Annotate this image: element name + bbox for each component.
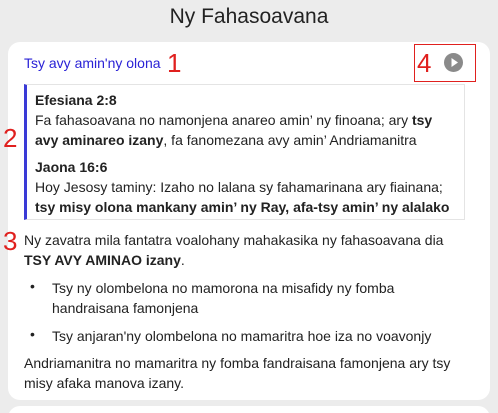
verse-reference: Jaona 16:6 <box>35 159 108 175</box>
verse-reference: Efesiana 2:8 <box>35 92 117 108</box>
closing-paragraph: Andriamanitra no mamaritra ny fomba fand… <box>24 355 451 391</box>
next-card <box>8 406 490 413</box>
marker-2: 2 <box>3 123 18 153</box>
section-link[interactable]: Tsy avy amin'ny olona <box>24 55 161 71</box>
intro-paragraph: Ny zavatra mila fantatra voalohany mahak… <box>24 232 444 268</box>
play-icon <box>451 58 458 67</box>
bullet-marker: • <box>30 326 35 342</box>
verse-text: Hoy Jesosy taminy: Izaho no lalana sy fa… <box>35 179 450 215</box>
marker-1: 1 <box>167 48 182 78</box>
page-title: Ny Fahasoavana <box>169 5 329 28</box>
list-item: Tsy anjaran'ny olombelona no mamaritra h… <box>52 328 432 344</box>
verse-quote-block: Efesiana 2:8 Fa fahasoavana no namonjena… <box>24 84 465 220</box>
marker-3: 3 <box>3 226 18 256</box>
play-button[interactable] <box>444 53 463 72</box>
bullet-marker: • <box>30 278 35 294</box>
marker-4: 4 <box>417 48 432 78</box>
list-item: Tsy ny olombelona no mamorona na misafid… <box>52 280 395 316</box>
verse-text: Fa fahasoavana no namonjena anareo amin’… <box>35 112 433 148</box>
